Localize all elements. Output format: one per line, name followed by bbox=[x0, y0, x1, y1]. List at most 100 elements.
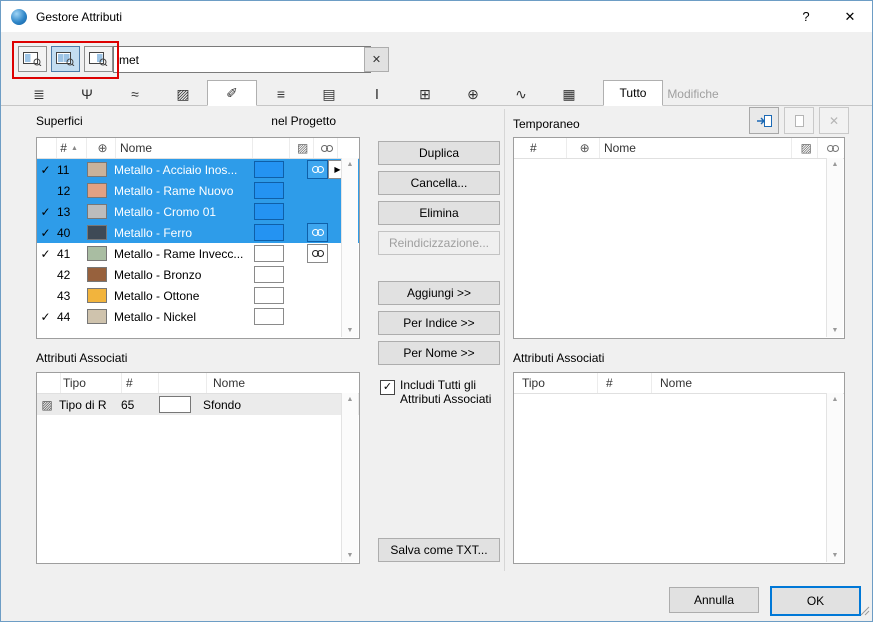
scroll-up-icon[interactable]: ▲ bbox=[832, 161, 839, 168]
assoc-col-num: # bbox=[598, 373, 652, 393]
new-file-button bbox=[784, 107, 814, 134]
column-header-link bbox=[314, 138, 338, 158]
globe-icon: ⊕ bbox=[580, 141, 590, 155]
show-left-panel-toggle[interactable] bbox=[18, 46, 47, 72]
link-icon[interactable] bbox=[307, 160, 328, 179]
help-button[interactable]: ? bbox=[784, 1, 828, 32]
row-name: Metallo - Ferro bbox=[110, 222, 252, 243]
table-row[interactable]: ✓ 40 Metallo - Ferro bbox=[37, 222, 359, 243]
assoc-col-nome: Nome bbox=[207, 373, 359, 393]
tab-composites[interactable]: ≡ bbox=[257, 83, 305, 105]
tab-tutto[interactable]: Tutto bbox=[603, 80, 663, 106]
includi-checkbox-label: Includi Tutti gli Attributi Associati bbox=[400, 378, 506, 406]
tab-line-types[interactable]: ≈ bbox=[111, 83, 159, 105]
tab-surfaces[interactable]: ✐ bbox=[207, 80, 257, 106]
scroll-down-icon[interactable]: ▼ bbox=[832, 552, 839, 559]
scroll-up-icon[interactable]: ▲ bbox=[347, 161, 354, 168]
show-right-panel-toggle[interactable] bbox=[84, 46, 113, 72]
cancella-button[interactable]: Cancella... bbox=[378, 171, 500, 195]
hatch-icon: ▨ bbox=[800, 141, 811, 155]
color-swatch bbox=[254, 245, 284, 262]
per-nome-button[interactable]: Per Nome >> bbox=[378, 341, 500, 365]
assoc-swatch bbox=[159, 396, 191, 413]
row-checkmark: ✓ bbox=[37, 306, 54, 327]
show-both-panels-toggle[interactable] bbox=[51, 46, 80, 72]
tab-fill-types[interactable]: ▨ bbox=[159, 83, 207, 105]
temporaneo-header: # ⊕ Nome ▨ bbox=[514, 138, 844, 159]
search-input[interactable] bbox=[113, 46, 371, 73]
tab-profiles[interactable]: Ⅰ bbox=[353, 83, 401, 105]
elimina-button[interactable]: Elimina bbox=[378, 201, 500, 225]
salva-txt-button[interactable]: Salva come TXT... bbox=[378, 538, 500, 562]
material-preview bbox=[87, 288, 107, 303]
clear-search-button[interactable]: ✕ bbox=[364, 47, 389, 72]
profiles-icon: Ⅰ bbox=[375, 86, 379, 103]
material-preview bbox=[87, 204, 107, 219]
table-row[interactable]: ✓ 11 Metallo - Acciaio Inos... ▶ bbox=[37, 159, 359, 180]
scroll-up-icon[interactable]: ▲ bbox=[832, 396, 839, 403]
includi-checkbox[interactable]: ✓ bbox=[380, 380, 395, 395]
column-header-index[interactable]: #▲ bbox=[57, 138, 87, 158]
surfaces-table-header: #▲ ⊕ Nome ▨ bbox=[37, 138, 359, 159]
composites-icon: ≡ bbox=[277, 86, 285, 102]
tab-layers[interactable]: ≣ bbox=[15, 83, 63, 105]
color-swatch bbox=[254, 203, 284, 220]
right-panel-title: Temporaneo bbox=[513, 117, 580, 131]
annulla-button[interactable]: Annulla bbox=[669, 587, 759, 613]
link-icon[interactable] bbox=[307, 244, 328, 263]
tab-building-materials[interactable]: ▤ bbox=[305, 83, 353, 105]
table-row[interactable]: 42 Metallo - Bronzo bbox=[37, 264, 359, 285]
surfaces-scrollbar[interactable]: ▲ ▼ bbox=[341, 158, 358, 337]
tab-mep-systems[interactable]: ∿ bbox=[497, 83, 545, 105]
resize-grip[interactable] bbox=[859, 605, 870, 619]
scroll-down-icon[interactable]: ▼ bbox=[347, 552, 354, 559]
table-row[interactable]: 12 Metallo - Rame Nuovo bbox=[37, 180, 359, 201]
tab-pens[interactable]: Ψ bbox=[63, 83, 111, 105]
ok-button[interactable]: OK bbox=[770, 586, 861, 616]
building-materials-icon: ▤ bbox=[322, 86, 335, 103]
tab-operation-profiles[interactable]: ▦ bbox=[545, 83, 593, 105]
close-button[interactable]: ✕ bbox=[828, 1, 872, 32]
right-assoc-scrollbar[interactable]: ▲ ▼ bbox=[826, 393, 843, 562]
per-indice-button[interactable]: Per Indice >> bbox=[378, 311, 500, 335]
left-panel-title: Superfici bbox=[36, 114, 83, 128]
link-icon[interactable] bbox=[307, 223, 328, 242]
row-name: Metallo - Ottone bbox=[110, 285, 252, 306]
column-header-name[interactable]: Nome bbox=[116, 138, 253, 158]
row-checkmark bbox=[37, 264, 54, 285]
left-assoc-header: Tipo # Nome bbox=[37, 373, 359, 394]
material-preview bbox=[87, 309, 107, 324]
delete-temporary-button: ✕ bbox=[819, 107, 849, 134]
temp-col-num: # bbox=[514, 138, 567, 158]
table-row[interactable]: ✓ 13 Metallo - Cromo 01 bbox=[37, 201, 359, 222]
assoc-row[interactable]: ▨ Tipo di R 65 Sfondo bbox=[37, 394, 359, 415]
scroll-down-icon[interactable]: ▼ bbox=[832, 327, 839, 334]
table-row[interactable]: ✓ 44 Metallo - Nickel bbox=[37, 306, 359, 327]
assoc-num: 65 bbox=[117, 394, 153, 415]
operation-profiles-icon: ▦ bbox=[562, 86, 575, 103]
column-header-preview[interactable]: ⊕ bbox=[87, 138, 116, 158]
left-assoc-title: Attributi Associati bbox=[36, 351, 127, 365]
import-attributes-button[interactable] bbox=[749, 107, 779, 134]
row-checkmark bbox=[37, 180, 54, 201]
duplica-button[interactable]: Duplica bbox=[378, 141, 500, 165]
temp-col-link bbox=[818, 138, 844, 158]
scroll-up-icon[interactable]: ▲ bbox=[347, 396, 354, 403]
chain-icon bbox=[826, 143, 840, 154]
table-row[interactable]: 43 Metallo - Ottone bbox=[37, 285, 359, 306]
import-file-icon bbox=[756, 114, 773, 128]
row-index: 40 bbox=[54, 222, 84, 243]
left-panel-icon bbox=[23, 52, 42, 66]
tab-zone-categories[interactable]: ⊞ bbox=[401, 83, 449, 105]
row-checkmark: ✓ bbox=[37, 243, 54, 264]
color-swatch bbox=[254, 308, 284, 325]
left-assoc-scrollbar[interactable]: ▲ ▼ bbox=[341, 393, 358, 562]
tab-cities[interactable]: ⊕ bbox=[449, 83, 497, 105]
line-types-icon: ≈ bbox=[131, 86, 139, 102]
scroll-down-icon[interactable]: ▼ bbox=[347, 327, 354, 334]
table-row[interactable]: ✓ 41 Metallo - Rame Invecc... bbox=[37, 243, 359, 264]
temporaneo-scrollbar[interactable]: ▲ ▼ bbox=[826, 158, 843, 337]
fill-types-icon: ▨ bbox=[176, 86, 189, 103]
row-name: Metallo - Bronzo bbox=[110, 264, 252, 285]
aggiungi-button[interactable]: Aggiungi >> bbox=[378, 281, 500, 305]
